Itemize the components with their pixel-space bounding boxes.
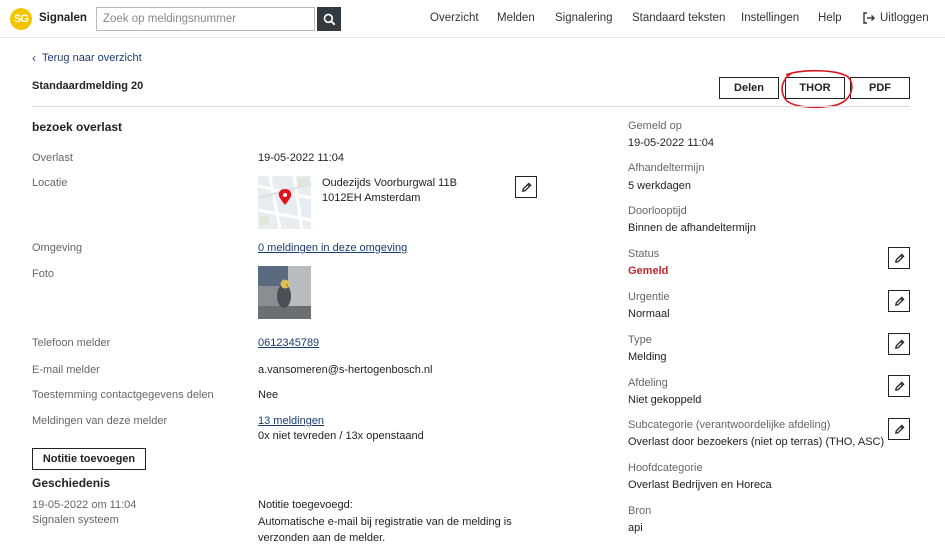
hoofdcategorie-value: Overlast Bedrijven en Horeca <box>628 479 772 491</box>
edit-afdeling-button[interactable] <box>888 375 910 397</box>
chevron-left-icon: ‹ <box>32 51 36 65</box>
gemeld-op-value: 19-05-2022 11:04 <box>628 137 715 149</box>
edit-subcategorie-button[interactable] <box>888 418 910 440</box>
photo-thumbnail[interactable] <box>258 266 311 319</box>
history-date: 19-05-2022 om 11:04 <box>32 499 137 511</box>
edit-type-button[interactable] <box>888 333 910 355</box>
bron-value: api <box>628 522 643 534</box>
toestemming-label: Toestemming contactgegevens delen <box>32 389 214 401</box>
edit-urgentie-button[interactable] <box>888 290 910 312</box>
search-icon <box>323 13 335 25</box>
location-map-thumbnail[interactable] <box>258 176 311 229</box>
nav-instellingen[interactable]: Instellingen <box>741 12 799 24</box>
brand-name[interactable]: Signalen <box>39 12 87 24</box>
type-label: Type <box>628 334 652 346</box>
telefoon-link[interactable]: 0612345789 <box>258 337 319 349</box>
pencil-icon <box>894 295 905 306</box>
pencil-icon <box>894 338 905 349</box>
history-line3: verzonden aan de melder. <box>258 532 386 544</box>
nav-overzicht[interactable]: Overzicht <box>430 12 479 24</box>
doorlooptijd-value: Binnen de afhandeltermijn <box>628 222 756 234</box>
bron-label: Bron <box>628 505 652 517</box>
nav-standaard-teksten[interactable]: Standaard teksten <box>632 12 725 24</box>
status-label: Status <box>628 248 660 260</box>
locatie-label: Locatie <box>32 177 68 189</box>
subcategorie-label: Subcategorie (verantwoordelijke afdeling… <box>628 419 831 431</box>
pencil-icon <box>894 423 905 434</box>
incident-heading: bezoek overlast <box>32 120 123 134</box>
share-button[interactable]: Delen <box>719 77 779 99</box>
signalen-logo[interactable]: SG <box>10 8 32 30</box>
edit-status-button[interactable] <box>888 247 910 269</box>
foto-label: Foto <box>32 268 55 280</box>
pencil-icon <box>894 252 905 263</box>
history-line2: Automatische e-mail bij registratie van … <box>258 516 512 528</box>
search-input[interactable] <box>96 7 315 31</box>
locatie-address-line2: 1012EH Amsterdam <box>322 192 421 204</box>
gemeld-op-label: Gemeld op <box>628 120 682 132</box>
meldingen-link[interactable]: 13 meldingen <box>258 415 324 427</box>
logout-icon[interactable] <box>862 11 876 25</box>
meldingen-label: Meldingen van deze melder <box>32 415 168 427</box>
hoofdcategorie-label: Hoofdcategorie <box>628 462 703 474</box>
title-divider <box>32 106 910 107</box>
email-label: E-mail melder <box>32 364 100 376</box>
search-button[interactable] <box>317 7 341 31</box>
type-value: Melding <box>628 351 667 363</box>
top-navigation-bar: SG Signalen Overzicht Melden Signalering… <box>0 0 945 38</box>
afhandeltermijn-label: Afhandeltermijn <box>628 162 705 174</box>
pencil-icon <box>521 181 532 192</box>
omgeving-label: Omgeving <box>32 242 83 254</box>
telefoon-label: Telefoon melder <box>32 337 111 349</box>
afdeling-value: Niet gekoppeld <box>628 394 702 406</box>
meldingen-summary: 0x niet tevreden / 13x openstaand <box>258 430 424 442</box>
history-source: Signalen systeem <box>32 514 119 526</box>
pdf-button[interactable]: PDF <box>850 77 910 99</box>
overlast-label: Overlast <box>32 152 73 164</box>
nav-uitloggen[interactable]: Uitloggen <box>880 12 929 24</box>
subcategorie-value: Overlast door bezoekers (niet op terras)… <box>628 436 885 448</box>
add-note-button[interactable]: Notitie toevoegen <box>32 448 146 470</box>
afhandeltermijn-value: 5 werkdagen <box>628 180 691 192</box>
history-heading: Geschiedenis <box>32 476 111 490</box>
annotation-circle <box>781 69 853 109</box>
back-link-label: Terug naar overzicht <box>42 52 142 64</box>
email-value: a.vansomeren@s-hertogenbosch.nl <box>258 364 433 376</box>
toestemming-value: Nee <box>258 389 279 401</box>
nav-melden[interactable]: Melden <box>497 12 535 24</box>
nav-signalering[interactable]: Signalering <box>555 12 613 24</box>
overlast-value: 19-05-2022 11:04 <box>258 152 345 164</box>
doorlooptijd-label: Doorlooptijd <box>628 205 687 217</box>
urgentie-value: Normaal <box>628 308 670 320</box>
status-value: Gemeld <box>628 265 669 277</box>
nav-help[interactable]: Help <box>818 12 842 24</box>
edit-location-button[interactable] <box>515 176 537 198</box>
afdeling-label: Afdeling <box>628 377 668 389</box>
back-to-overview-link[interactable]: ‹ Terug naar overzicht <box>32 51 142 65</box>
pencil-icon <box>894 380 905 391</box>
page-title: Standaardmelding 20 <box>32 80 144 92</box>
locatie-address-line1: Oudezijds Voorburgwal 11B <box>322 177 457 189</box>
omgeving-link[interactable]: 0 meldingen in deze omgeving <box>258 242 407 254</box>
urgentie-label: Urgentie <box>628 291 670 303</box>
history-line1: Notitie toegevoegd: <box>258 499 353 511</box>
